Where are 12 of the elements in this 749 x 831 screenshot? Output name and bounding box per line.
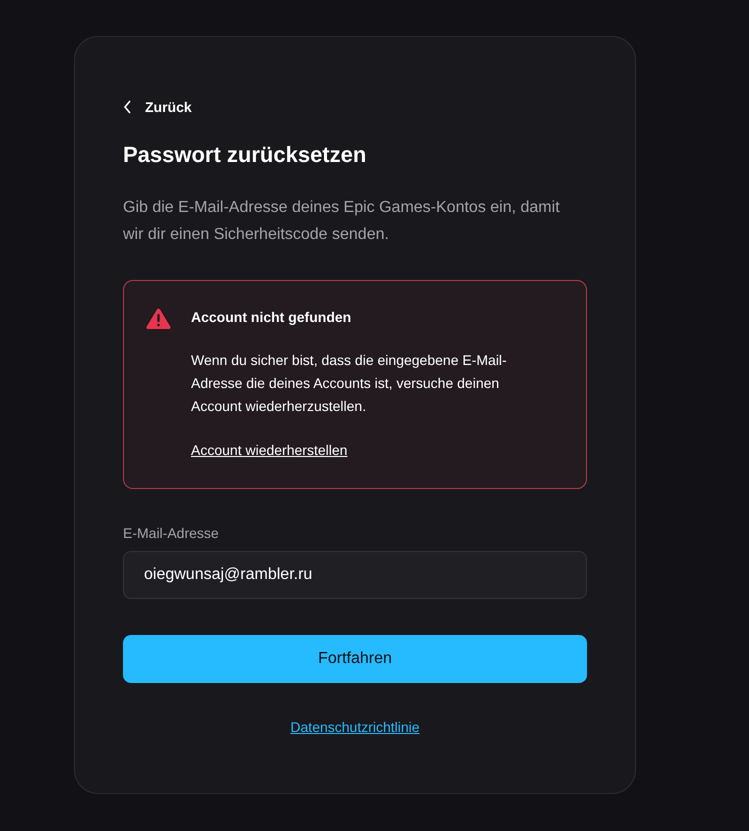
alert-message: Wenn du sicher bist, dass die eingegebene E-Mail-Adresse die deines Accounts ist, versuche deinen Account wiederherzustellen. <box>191 351 508 416</box>
chevron-left-icon <box>123 100 133 114</box>
continue-button[interactable]: Fortfahren <box>123 635 587 683</box>
back-link[interactable]: Zurück <box>123 95 192 119</box>
email-input[interactable]: oiegwunsaj@rambler.ru <box>123 551 587 599</box>
description-text: Gib die E-Mail-Adresse deines Epic Games-Kontos ein, damit wir dir einen Sicherheitscode senden. <box>123 198 561 245</box>
email-label: E-Mail-Adresse <box>123 524 220 543</box>
privacy-policy-link[interactable]: Datenschutzrichtlinie <box>290 717 420 738</box>
alert-title: Account nicht gefunden <box>191 308 352 327</box>
page-title: Passwort zurücksetzen <box>123 141 368 169</box>
recover-account-link[interactable]: Account wiederherstellen <box>191 440 348 460</box>
warning-icon <box>146 308 171 330</box>
